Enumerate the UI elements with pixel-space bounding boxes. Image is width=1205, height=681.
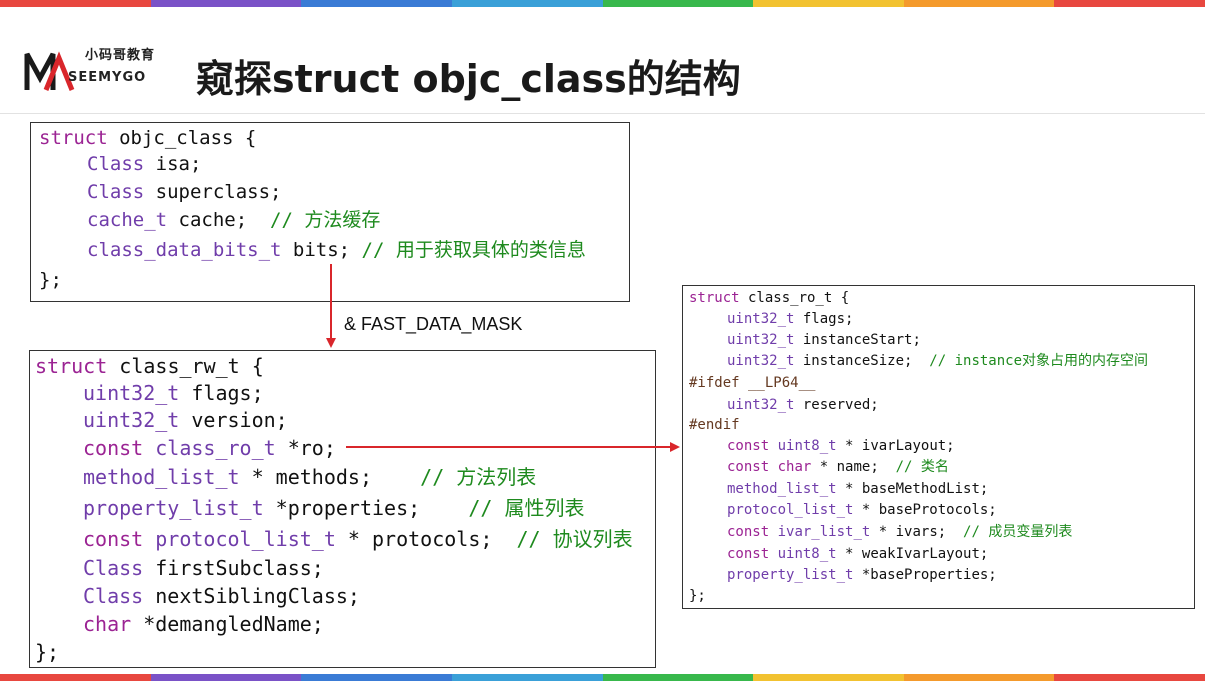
stripe-segment [602,674,754,681]
bottom-color-stripe [0,674,1205,681]
connector-arrows [326,264,680,452]
stripe-segment [1054,674,1205,681]
stripe-segment [150,674,302,681]
stripe-segment [0,674,151,681]
stripe-segment [753,674,904,681]
stripe-segment [301,674,452,681]
stripe-segment [903,674,1055,681]
stripe-segment [451,674,603,681]
